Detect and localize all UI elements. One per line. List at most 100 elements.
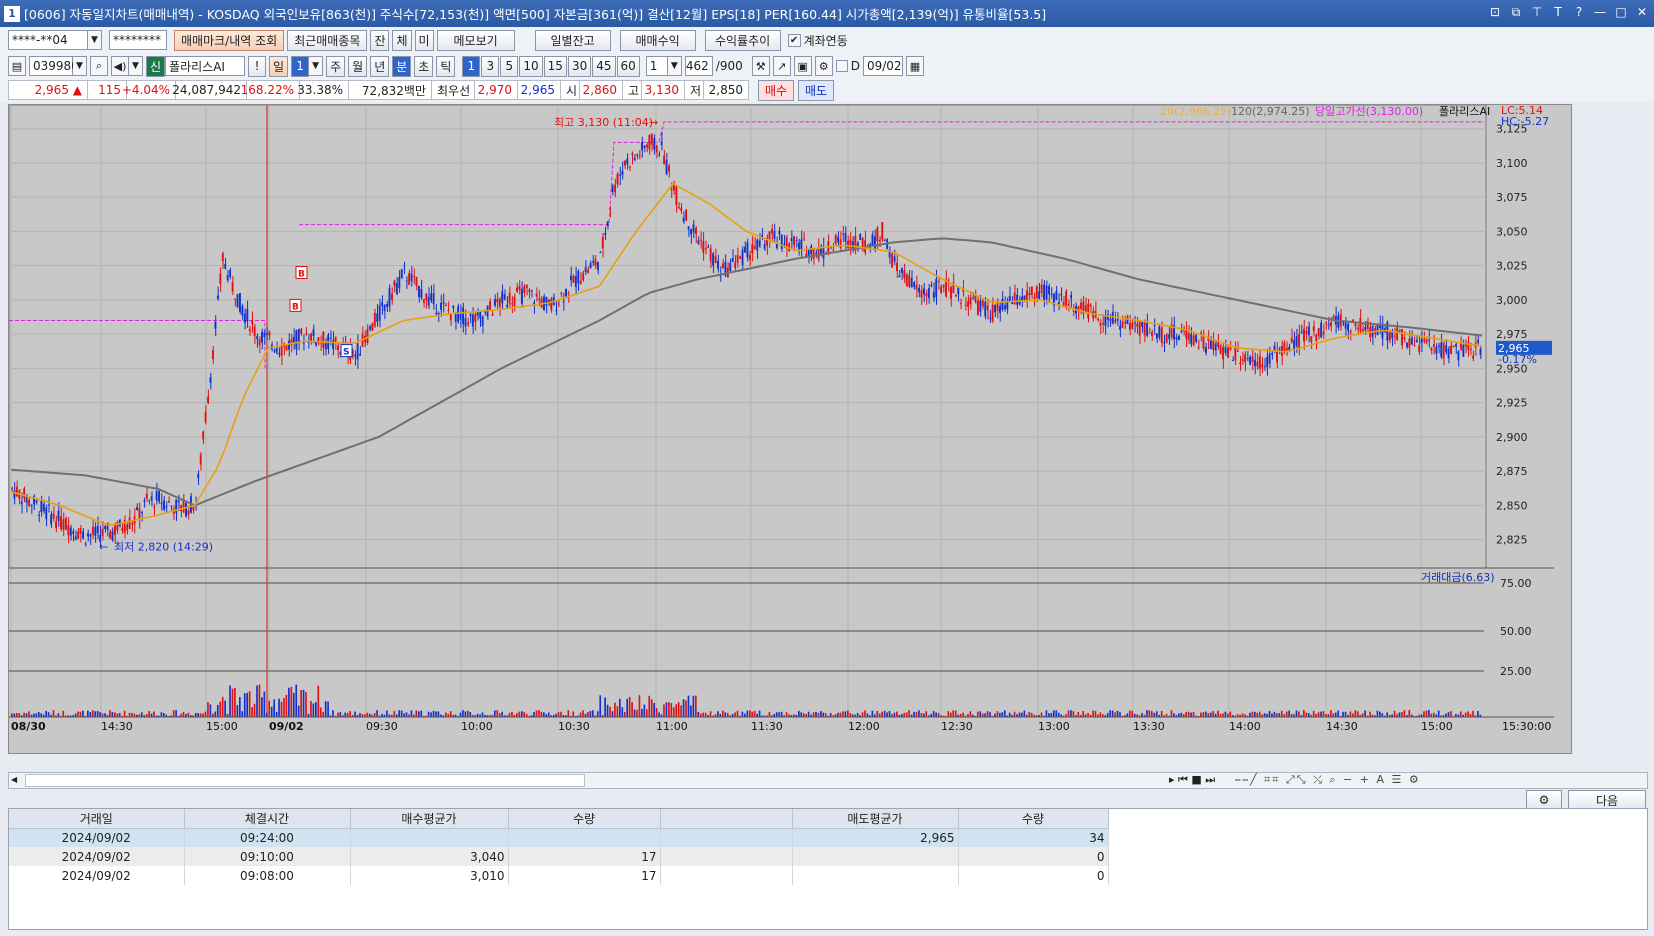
period-second-button[interactable]: 초 (414, 55, 434, 77)
text-icon[interactable]: T (1550, 4, 1566, 20)
date-input[interactable]: 09/02 (862, 56, 903, 76)
period-month-button[interactable]: 월 (348, 55, 368, 77)
save-icon[interactable]: ▣ (793, 56, 812, 76)
volume-bar (1153, 712, 1156, 717)
interval-5-button[interactable]: 5 (500, 55, 519, 77)
interval-30-button[interactable]: 30 (567, 55, 592, 77)
help-icon[interactable]: ? (1571, 4, 1587, 20)
alert-button[interactable]: ! (248, 55, 267, 77)
link-icon[interactable]: ⊡ (1487, 4, 1503, 20)
column-header[interactable]: 수량 (508, 809, 661, 829)
grid-settings-button[interactable]: ⚙ (1526, 790, 1562, 810)
column-header[interactable] (660, 809, 793, 829)
speaker-dropdown-icon[interactable]: ▼ (129, 56, 143, 76)
drawing-tools-icons[interactable]: ⎯⎯╱ ⌗⌗ ⤢⤡ ⤯ ⌕ − + A ☰ ⚙ (1235, 773, 1421, 787)
column-header[interactable]: 체결시간 (184, 809, 351, 829)
period-tick-button[interactable]: 틱 (436, 55, 456, 77)
candle-body (1160, 327, 1163, 343)
password-input[interactable]: ******** (109, 30, 167, 50)
count-input[interactable]: 462 (684, 56, 713, 76)
trade-profit-button[interactable]: 매매수익 (619, 29, 696, 51)
recent-stocks-button[interactable]: 최근매매종목 (287, 29, 368, 51)
interval-3-button[interactable]: 3 (481, 55, 500, 77)
volume-bar (359, 713, 361, 717)
interval-45-button[interactable]: 45 (592, 55, 616, 77)
candle-body (1089, 304, 1092, 307)
interval-1-button[interactable]: 1 (462, 55, 481, 77)
calendar-icon[interactable]: ▦ (905, 56, 924, 76)
candle-body (1312, 326, 1315, 332)
link-checkbox[interactable]: ✔ (787, 33, 801, 47)
table-row[interactable]: 2024/09/02 09:10:00 3,040 17 0 (9, 847, 1109, 866)
day-n[interactable]: 1 (291, 55, 310, 77)
scroll-left-icon[interactable]: ◀ (11, 775, 21, 786)
maximize-icon[interactable]: □ (1613, 4, 1629, 20)
layout-icon[interactable]: ▤ (8, 56, 26, 76)
price-chart[interactable]: 3,125 3,100 3,075 3,050 3,025 3,000 2,975 2,950… (8, 104, 1572, 754)
interval-10-button[interactable]: 10 (519, 55, 543, 77)
daily-balance-button[interactable]: 일별잔고 (534, 29, 611, 51)
settings-icon[interactable]: ⚙ (814, 56, 833, 76)
candle-body (442, 302, 445, 304)
pin-icon[interactable]: ⊤ (1529, 4, 1545, 20)
stock-code-input[interactable]: 039980 (29, 56, 79, 76)
low-price: 2,850 (703, 80, 749, 100)
column-header[interactable]: 수량 (958, 809, 1109, 829)
candle-body (520, 288, 523, 304)
close-icon[interactable]: ✕ (1634, 4, 1650, 20)
minimize-icon[interactable]: — (1592, 4, 1608, 20)
trade-history-grid[interactable]: 거래일 체결시간 매수평균가 수량 매도평균가 수량 2024/09/02 09:24:00… (8, 808, 1648, 930)
table-row[interactable]: 2024/09/02 09:08:00 3,010 17 0 (9, 866, 1109, 885)
candle-body (373, 312, 376, 327)
jan-button[interactable]: 잔 (370, 29, 390, 51)
memo-button[interactable]: 메모보기 (436, 29, 515, 51)
interval-60-button[interactable]: 60 (616, 55, 640, 77)
candle-body (1469, 349, 1472, 351)
x-tick-label: 10:30 (558, 720, 590, 733)
playback-controls[interactable]: ▸ ⏮ ■ ⏭ (1169, 773, 1215, 787)
chart-scrollbar[interactable]: ◀ ▸ ⏮ ■ ⏭ ⎯⎯╱ ⌗⌗ ⤢⤡ ⤯ ⌕ − + A ☰ ⚙ (8, 772, 1648, 789)
candle-body (1217, 342, 1220, 347)
che-button[interactable]: 체 (392, 29, 412, 51)
volume-bar (1116, 710, 1119, 717)
unit-input[interactable]: 1 (645, 56, 668, 76)
period-minute-button[interactable]: 분 (392, 55, 412, 77)
column-header[interactable]: 거래일 (9, 809, 185, 829)
popout-icon[interactable]: ⧉ (1508, 4, 1524, 20)
account-dropdown-icon[interactable]: ▼ (88, 30, 102, 50)
buy-button[interactable]: 매수 (758, 79, 794, 101)
interval-15-button[interactable]: 15 (543, 55, 567, 77)
period-day-button[interactable]: 일 (269, 55, 289, 77)
mi-button[interactable]: 미 (414, 29, 434, 51)
scroll-thumb[interactable] (25, 774, 585, 787)
x-tick-label: 12:30 (941, 720, 973, 733)
candle-body (1437, 345, 1440, 347)
indicator-icon[interactable]: ⚒ (751, 56, 770, 76)
volume-bar (778, 712, 781, 717)
period-week-button[interactable]: 주 (326, 55, 346, 77)
volume-bar (346, 712, 349, 717)
sell-button[interactable]: 매도 (798, 79, 834, 101)
table-row[interactable]: 2024/09/02 09:24:00 2,965 34 (9, 828, 1109, 847)
candle-body (1295, 336, 1298, 347)
draw-icon[interactable]: ↗ (772, 56, 791, 76)
code-dropdown-icon[interactable]: ▼ (73, 56, 87, 76)
mark-query-button[interactable]: 매매마크/내역 조회 (174, 29, 285, 51)
period-year-button[interactable]: 년 (370, 55, 390, 77)
column-header[interactable]: 매도평균가 (792, 809, 959, 829)
d-checkbox[interactable] (835, 60, 848, 72)
search-icon[interactable]: ⌕ (90, 56, 108, 76)
candle-body (1045, 285, 1048, 300)
volume-bar (952, 710, 955, 717)
account-input[interactable]: ****-**04 (8, 30, 88, 50)
candle-body (285, 345, 288, 350)
interval-buttons: 1 3 5 10 15 30 45 60 (462, 55, 640, 77)
next-button[interactable]: 다음 (1568, 790, 1646, 810)
candle-body (896, 262, 898, 272)
day-dropdown-icon[interactable]: ▼ (309, 56, 324, 76)
speaker-icon[interactable]: ◀) (111, 56, 129, 76)
column-header[interactable]: 매수평균가 (350, 809, 509, 829)
unit-dropdown-icon[interactable]: ▼ (667, 56, 682, 76)
profit-trend-button[interactable]: 수익률추이 (704, 29, 781, 51)
open-price: 2,860 (579, 80, 623, 100)
